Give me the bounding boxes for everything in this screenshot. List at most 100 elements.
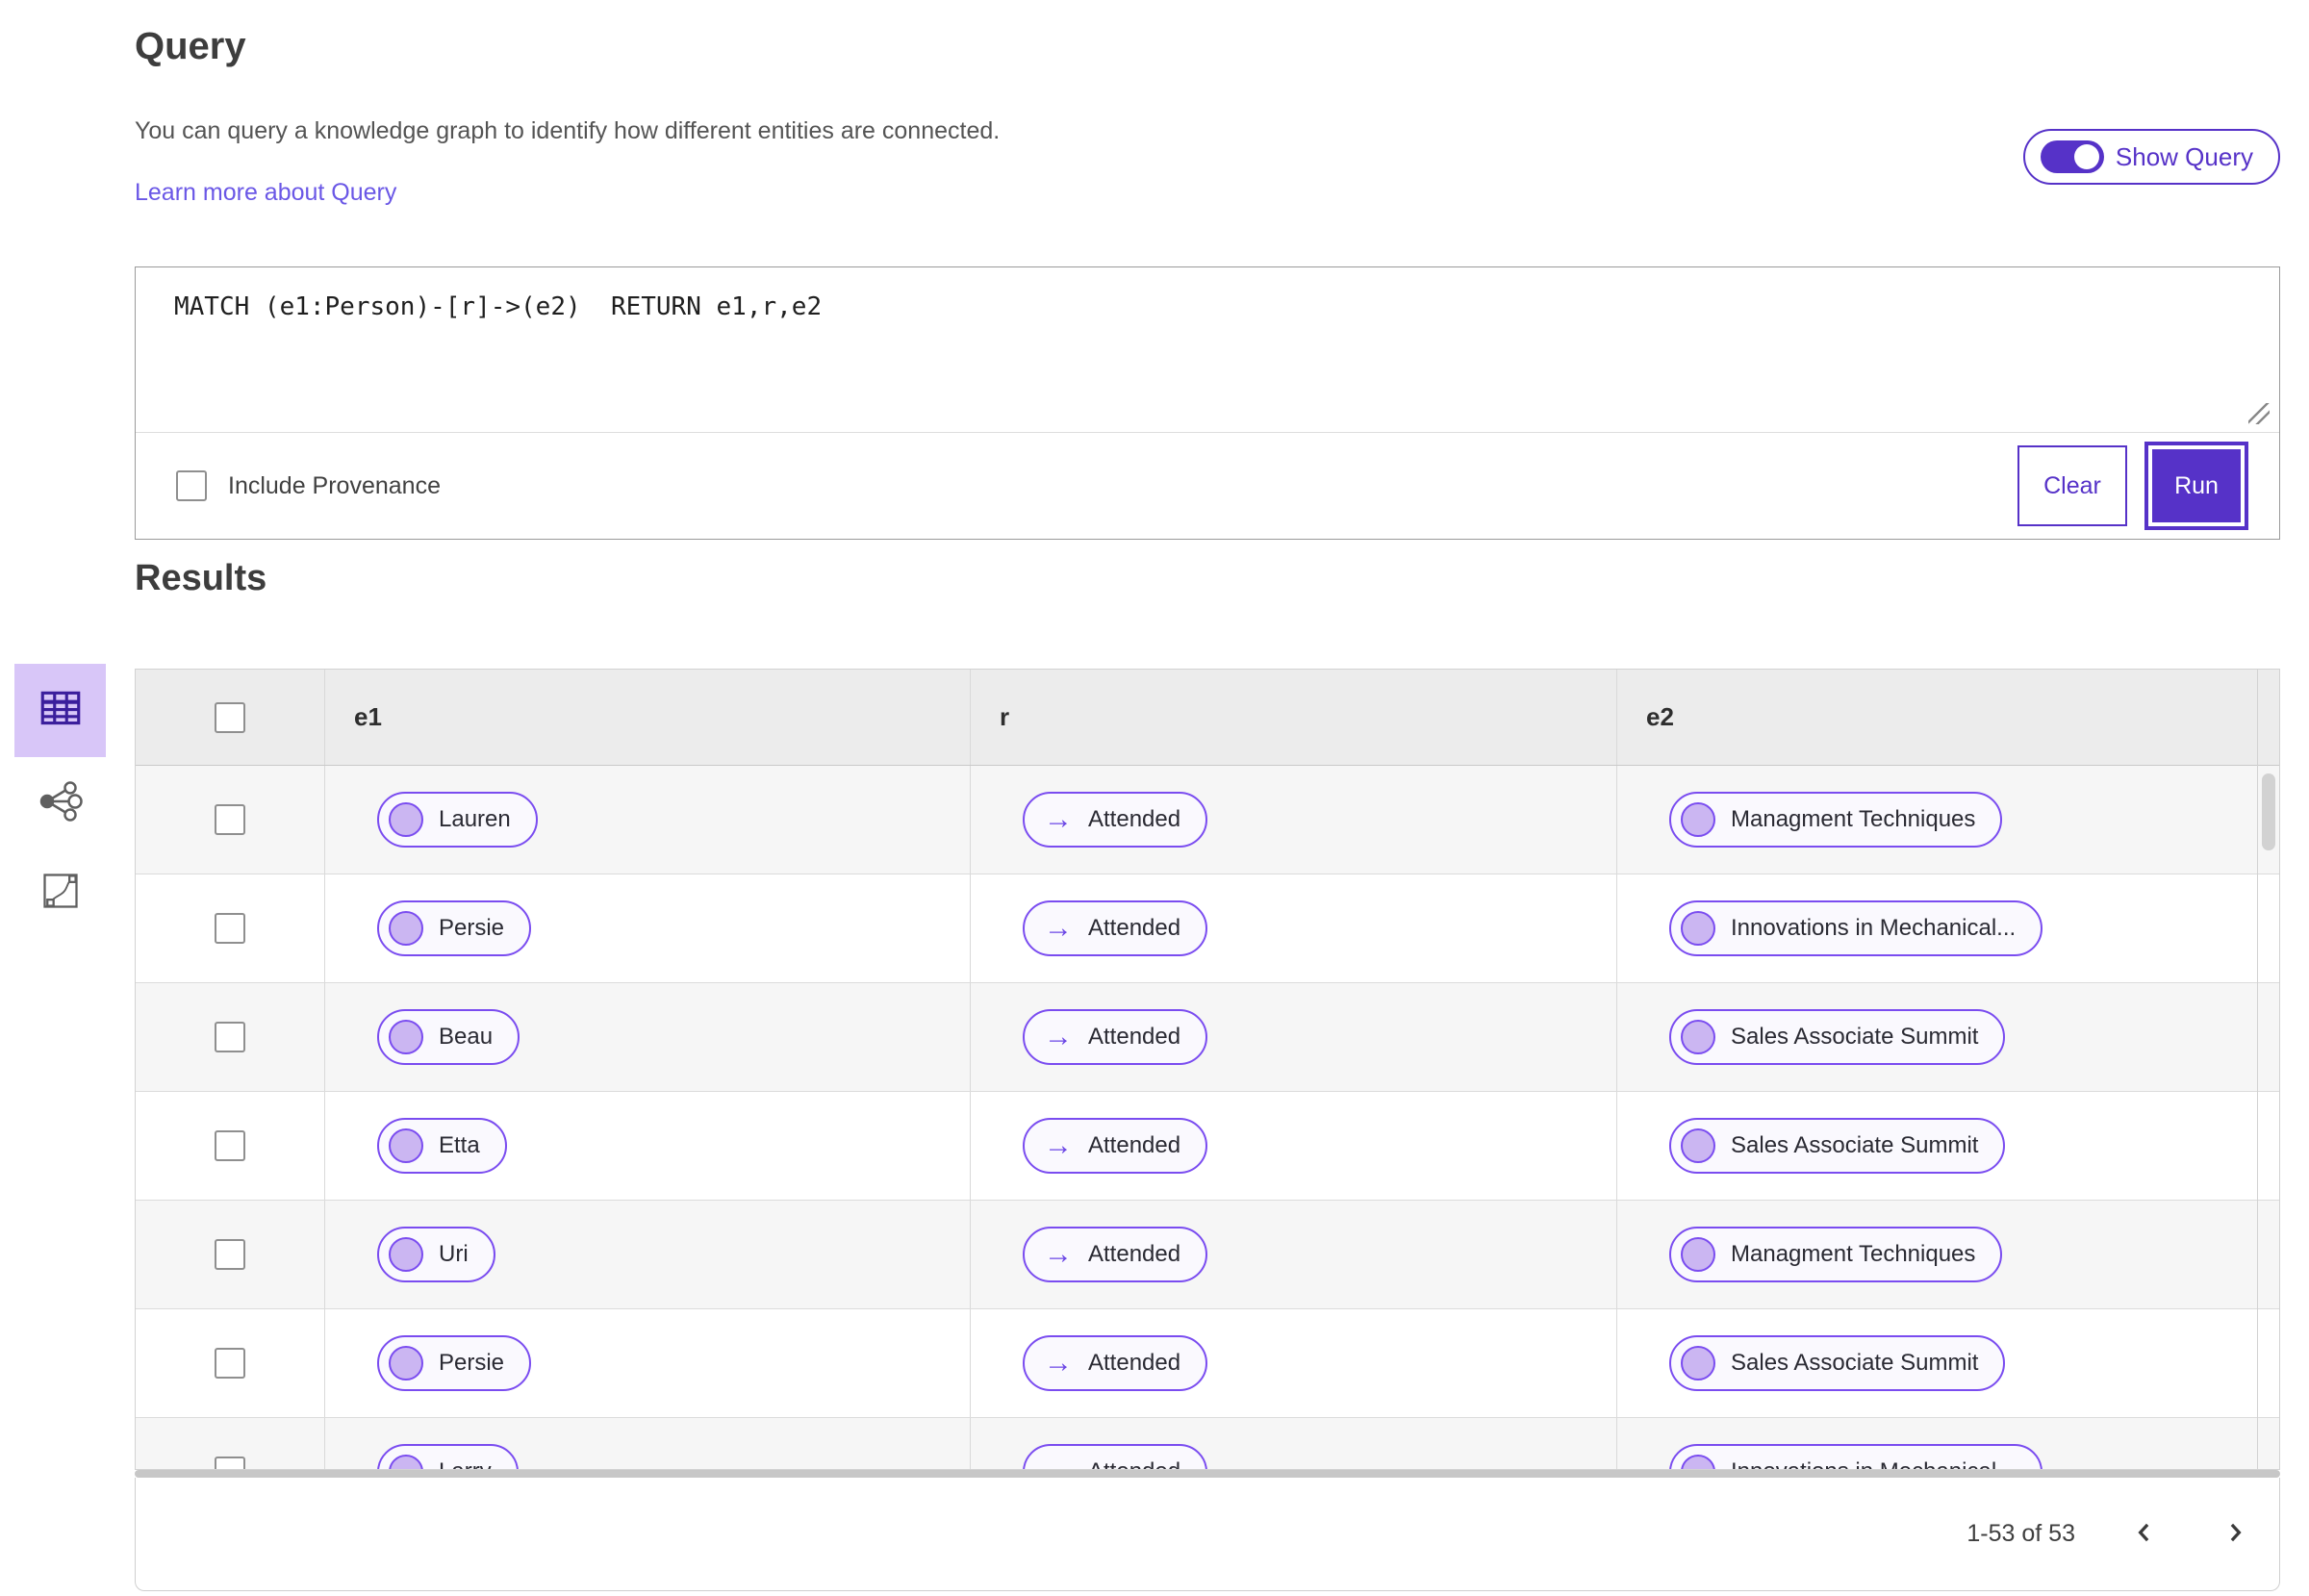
- query-input[interactable]: MATCH (e1:Person)-[r]->(e2) RETURN e1,r,…: [136, 267, 2279, 432]
- entity-node-icon: [1681, 911, 1715, 946]
- query-buttons: Clear Run: [2017, 445, 2250, 526]
- resize-handle-icon[interactable]: [2248, 403, 2270, 424]
- table-row: Persie → Attended Innovations in Mechani…: [136, 874, 2279, 983]
- cell-e2: Managment Techniques: [1617, 1201, 2279, 1308]
- entity-pill-e1[interactable]: Lauren: [377, 792, 538, 848]
- include-provenance-option[interactable]: Include Provenance: [176, 470, 441, 501]
- row-select-cell: [136, 1309, 325, 1417]
- relationship-label: Attended: [1088, 806, 1181, 832]
- cell-e1: Uri: [325, 1201, 971, 1308]
- entity-pill-e1[interactable]: Larry: [377, 1444, 519, 1469]
- entity-node-icon: [1681, 1455, 1715, 1469]
- entity-pill-e2[interactable]: Innovations in Mechanical...: [1669, 1444, 2043, 1469]
- entity-node-icon: [1681, 1020, 1715, 1054]
- row-checkbox[interactable]: [215, 1239, 245, 1270]
- query-page: Query You can query a knowledge graph to…: [0, 0, 2309, 1596]
- table-row: Uri → Attended Managment Techniques: [136, 1201, 2279, 1309]
- show-query-toggle[interactable]: Show Query: [2022, 129, 2280, 185]
- cell-r: → Attended: [971, 766, 1617, 874]
- entity-pill-e2[interactable]: Innovations in Mechanical...: [1669, 900, 2043, 956]
- cell-r: → Attended: [971, 1201, 1617, 1308]
- header-cell-r: r: [971, 670, 1617, 765]
- entity-node-icon: [1681, 1237, 1715, 1272]
- table-body: Lauren → Attended Managment Techniques P…: [136, 766, 2279, 1469]
- toggle-knob: [2073, 144, 2099, 169]
- entity-node-icon: [389, 1128, 423, 1163]
- table-header-row: e1 r e2: [136, 670, 2279, 766]
- clear-button[interactable]: Clear: [2017, 445, 2127, 526]
- entity-pill-e2[interactable]: Sales Associate Summit: [1669, 1118, 2006, 1174]
- entity-pill-e1[interactable]: Uri: [377, 1227, 495, 1282]
- row-select-cell: [136, 983, 325, 1091]
- entity-label-e2: Sales Associate Summit: [1731, 1024, 1979, 1050]
- cell-e1: Beau: [325, 983, 971, 1091]
- entity-pill-e2[interactable]: Managment Techniques: [1669, 1227, 2003, 1282]
- row-checkbox[interactable]: [215, 1457, 245, 1469]
- row-select-cell: [136, 1092, 325, 1200]
- row-checkbox[interactable]: [215, 1130, 245, 1161]
- arrow-right-icon: →: [1044, 1347, 1073, 1379]
- entity-label-e2: Managment Techniques: [1731, 806, 1976, 832]
- toggle-switch-icon[interactable]: [2040, 140, 2104, 173]
- entity-pill-e1[interactable]: Beau: [377, 1009, 520, 1065]
- entity-pill-e2[interactable]: Sales Associate Summit: [1669, 1009, 2006, 1065]
- select-all-checkbox[interactable]: [215, 701, 245, 733]
- row-checkbox[interactable]: [215, 913, 245, 944]
- vertical-scrollbar-thumb[interactable]: [2262, 773, 2275, 850]
- row-checkbox[interactable]: [215, 1022, 245, 1052]
- cell-e1: Etta: [325, 1092, 971, 1200]
- table-view-button[interactable]: [14, 664, 106, 757]
- relationship-pill[interactable]: → Attended: [1023, 792, 1208, 848]
- arrow-right-icon: →: [1044, 803, 1073, 835]
- cell-e2: Innovations in Mechanical...: [1617, 1418, 2279, 1469]
- previous-page-button[interactable]: [2123, 1513, 2166, 1556]
- relationship-label: Attended: [1088, 1350, 1181, 1376]
- arrow-right-icon: →: [1044, 1129, 1073, 1161]
- relationship-label: Attended: [1088, 1458, 1180, 1469]
- arrow-right-icon: →: [1044, 1238, 1073, 1270]
- header-cell-select: [136, 670, 325, 765]
- query-panel: MATCH (e1:Person)-[r]->(e2) RETURN e1,r,…: [135, 266, 2280, 540]
- entity-pill-e2[interactable]: Sales Associate Summit: [1669, 1335, 2006, 1391]
- chart-view-icon: [39, 870, 82, 915]
- entity-node-icon: [389, 1346, 423, 1381]
- row-checkbox[interactable]: [215, 804, 245, 835]
- relationship-pill[interactable]: → Attended: [1023, 1227, 1208, 1282]
- entity-label-e1: Persie: [439, 915, 505, 941]
- entity-pill-e1[interactable]: Persie: [377, 900, 532, 956]
- entity-pill-e1[interactable]: Persie: [377, 1335, 532, 1391]
- table-row: Etta → Attended Sales Associate Summit: [136, 1092, 2279, 1201]
- entity-label-e1: Persie: [439, 1350, 505, 1376]
- cell-r: → Attended: [971, 874, 1617, 982]
- run-button[interactable]: Run: [2148, 445, 2245, 526]
- relationship-label: Attended: [1088, 1241, 1181, 1267]
- graph-view-button[interactable]: [14, 770, 106, 835]
- relationship-pill[interactable]: → Attended: [1023, 1009, 1208, 1065]
- cell-e2: Sales Associate Summit: [1617, 1309, 2279, 1417]
- entity-node-icon: [389, 1237, 423, 1272]
- relationship-pill[interactable]: → Attended: [1023, 1118, 1208, 1174]
- chart-view-button[interactable]: [14, 859, 106, 925]
- cell-r: → Attended: [971, 1309, 1617, 1417]
- next-page-button[interactable]: [2214, 1513, 2256, 1556]
- entity-label-e1: Lauren: [439, 806, 511, 832]
- relationship-pill[interactable]: → Attended: [1023, 1335, 1208, 1391]
- cell-e1: Persie: [325, 874, 971, 982]
- entity-label-e1: Larry: [439, 1458, 492, 1469]
- row-checkbox[interactable]: [215, 1348, 245, 1379]
- column-header-e1: e1: [354, 702, 382, 731]
- entity-pill-e2[interactable]: Managment Techniques: [1669, 792, 2003, 848]
- relationship-pill[interactable]: → Attended: [1023, 900, 1208, 956]
- cell-e2: Sales Associate Summit: [1617, 1092, 2279, 1200]
- table-row: Larry → Attended Innovations in Mechanic…: [136, 1418, 2279, 1469]
- entity-label-e2: Innovations in Mechanical...: [1731, 915, 2017, 941]
- relationship-pill[interactable]: → Attended: [1023, 1444, 1208, 1469]
- include-provenance-checkbox[interactable]: [176, 470, 207, 501]
- vertical-scrollbar[interactable]: [2257, 670, 2279, 1469]
- entity-label-e2: Sales Associate Summit: [1731, 1350, 1979, 1376]
- horizontal-scrollbar[interactable]: [135, 1470, 2280, 1478]
- entity-pill-e1[interactable]: Etta: [377, 1118, 507, 1174]
- entity-label-e2: Innovations in Mechanical...: [1731, 1458, 2016, 1469]
- learn-more-link[interactable]: Learn more about Query: [135, 179, 396, 207]
- page-description: You can query a knowledge graph to ident…: [135, 117, 1001, 144]
